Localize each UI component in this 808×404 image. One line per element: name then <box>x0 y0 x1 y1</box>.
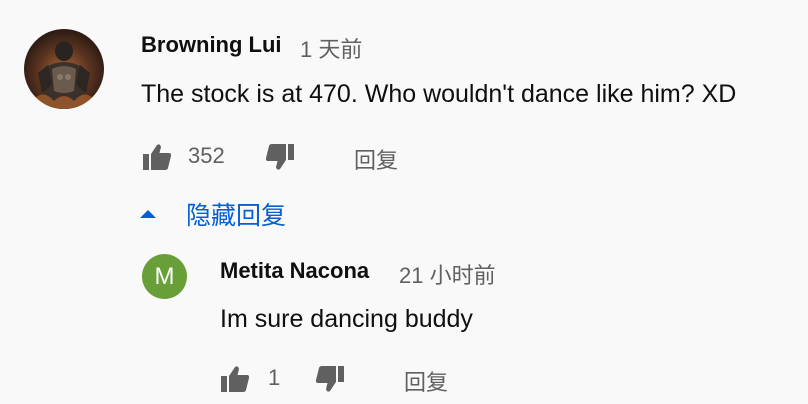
reply-reply-button[interactable]: 回复 <box>404 365 448 397</box>
reply-dislike-button[interactable] <box>312 361 348 397</box>
thumbs-down-icon <box>265 144 294 170</box>
reply-button[interactable]: 回复 <box>354 143 398 175</box>
comment-thread: Browning Lui 1 天前 The stock is at 470. W… <box>0 0 808 404</box>
thumbs-down-icon <box>315 366 344 392</box>
like-button[interactable] <box>139 139 175 175</box>
thumbs-up-icon <box>221 366 250 392</box>
hide-replies-label: 隐藏回复 <box>186 202 287 230</box>
reply-like-count: 1 <box>268 365 281 390</box>
caret-up-icon <box>140 210 156 218</box>
warrior-avatar-image <box>24 29 104 109</box>
reply-text: Im sure dancing buddy <box>220 305 473 333</box>
reply-author-avatar[interactable]: M <box>142 254 187 299</box>
hide-replies-button[interactable]: 隐藏回复 <box>136 196 286 232</box>
comment-time[interactable]: 1 天前 <box>300 32 362 64</box>
thumbs-up-icon <box>143 144 172 170</box>
reply-time[interactable]: 21 小时前 <box>399 258 496 290</box>
reply-like-button[interactable] <box>217 361 253 397</box>
comment-text: The stock is at 470. Who wouldn't dance … <box>141 80 737 108</box>
reply-author[interactable]: Metita Nacona <box>220 258 369 284</box>
like-count: 352 <box>188 143 225 168</box>
dislike-button[interactable] <box>262 139 298 175</box>
comment-author[interactable]: Browning Lui <box>141 32 282 58</box>
author-avatar[interactable] <box>24 29 104 109</box>
